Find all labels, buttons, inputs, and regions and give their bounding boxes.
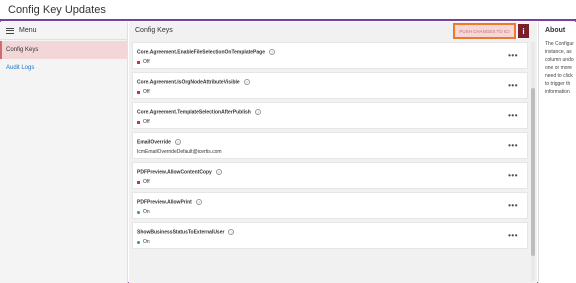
menu-label: Menu [19, 27, 37, 34]
more-options-icon[interactable]: ••• [508, 111, 518, 120]
config-key-list: Core.Agreement.EnableFileSelectionOnTemp… [132, 42, 528, 252]
status-value: On [137, 209, 150, 215]
config-key-name: Core.Agreement.EnableFileSelectionOnTemp… [137, 49, 275, 56]
help-icon[interactable]: ? [215, 169, 222, 175]
config-key-card: PDFPreview.AllowContentCopy? Off ••• [132, 162, 528, 189]
config-key-name: Core.Agreement.TemplateSelectionAfterPub… [137, 109, 261, 116]
config-key-name: Core.Agreement.IsOrgNodeAttributeVisible… [137, 79, 250, 86]
config-key-card: EmailOverride? IcmEmailOverrideDefault@i… [132, 132, 528, 159]
status-off-icon [137, 120, 140, 124]
status-off-icon [137, 60, 140, 64]
more-options-icon[interactable]: ••• [508, 171, 518, 180]
config-key-value: IcmEmailOverrideDefault@icertis.com [137, 149, 222, 155]
page-title: Config Keys [135, 27, 173, 34]
status-value: Off [137, 119, 150, 125]
push-changes-button[interactable]: PUSH CHANGES TO ICI [453, 23, 516, 39]
sidebar-item-label: Config Keys [6, 47, 39, 53]
status-off-icon [137, 180, 140, 184]
info-icon[interactable]: i [518, 24, 529, 38]
config-key-name: EmailOverride? [137, 139, 181, 146]
config-key-name: ShowBusinessStatusToExternalUser? [137, 229, 235, 236]
status-off-icon [137, 90, 140, 94]
help-icon[interactable]: ? [269, 49, 275, 55]
config-key-card: Core.Agreement.TemplateSelectionAfterPub… [132, 102, 528, 129]
menu-toggle[interactable]: Menu [0, 22, 127, 40]
help-icon[interactable]: ? [228, 229, 235, 235]
help-icon[interactable]: ? [195, 199, 202, 205]
about-title: About [545, 27, 566, 34]
sidebar-item-label: Audit Logs [6, 65, 35, 71]
scrollbar-thumb[interactable] [531, 88, 535, 256]
status-on-icon [137, 240, 140, 244]
status-value: On [137, 239, 150, 245]
more-options-icon[interactable]: ••• [508, 51, 518, 60]
hamburger-icon[interactable] [6, 27, 14, 34]
about-text: The Configur instance, as column undo on… [545, 41, 574, 95]
more-options-icon[interactable]: ••• [508, 81, 518, 90]
about-panel: About The Configur instance, as column u… [538, 22, 576, 283]
config-key-card: Core.Agreement.IsOrgNodeAttributeVisible… [132, 72, 528, 99]
config-key-card: PDFPreview.AllowPrint? On ••• [132, 192, 528, 219]
sidebar: Menu Config Keys Audit Logs [0, 22, 128, 283]
config-key-name: PDFPreview.AllowPrint? [137, 199, 202, 206]
more-options-icon[interactable]: ••• [508, 231, 518, 240]
status-on-icon [137, 210, 140, 214]
help-icon[interactable]: ? [254, 109, 261, 115]
help-icon[interactable]: ? [174, 139, 181, 145]
status-value: Off [137, 179, 150, 185]
more-options-icon[interactable]: ••• [508, 201, 518, 210]
main-header: Config Keys PUSH CHANGES TO ICI i [129, 22, 537, 40]
app-header: Config Key Updates [0, 0, 576, 21]
app-title: Config Key Updates [8, 4, 106, 16]
status-value: Off [137, 59, 150, 65]
more-options-icon[interactable]: ••• [508, 141, 518, 150]
config-key-card: Core.Agreement.EnableFileSelectionOnTemp… [132, 42, 528, 69]
config-key-name: PDFPreview.AllowContentCopy? [137, 169, 222, 176]
sidebar-item-audit-logs[interactable]: Audit Logs [0, 59, 127, 77]
config-key-card: ShowBusinessStatusToExternalUser? On ••• [132, 222, 528, 249]
status-value: Off [137, 89, 150, 95]
sidebar-item-config-keys[interactable]: Config Keys [0, 41, 127, 59]
main-content: Config Keys PUSH CHANGES TO ICI i Core.A… [129, 22, 537, 283]
help-icon[interactable]: ? [243, 79, 250, 85]
